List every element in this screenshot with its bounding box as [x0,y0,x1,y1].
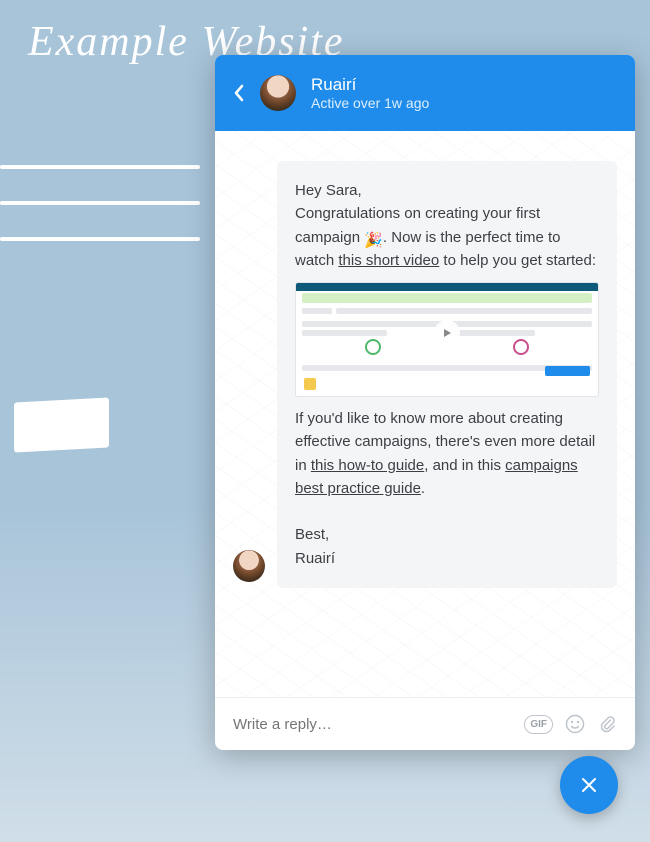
background-decoration [0,165,200,273]
msg-text: , and in this [424,457,505,474]
video-link[interactable]: this short video [338,252,439,269]
message-row: Hey Sara, Congratulations on creating yo… [233,161,617,588]
agent-name: Ruairí [311,75,429,95]
close-icon [579,775,599,795]
message-avatar [233,550,265,582]
background-decoration-box [14,398,109,453]
msg-text: . [421,480,425,497]
gif-button[interactable]: GIF [524,715,553,734]
msg-signature: Ruairí [295,550,335,567]
play-icon [434,320,460,346]
attachment-button[interactable] [597,714,617,734]
close-chat-button[interactable] [560,756,618,814]
msg-signoff: Best, [295,526,329,543]
back-button[interactable] [233,84,245,102]
chevron-left-icon [233,84,245,102]
msg-text: to help you get started: [439,252,596,269]
chat-footer: GIF [215,697,635,750]
howto-link[interactable]: this how-to guide [311,457,424,474]
chat-header: Ruairí Active over 1w ago [215,55,635,131]
reply-input[interactable] [233,716,512,733]
paperclip-icon [597,714,617,734]
video-thumbnail[interactable] [295,282,599,397]
party-popper-emoji: 🎉 [364,229,383,252]
chat-messages-area[interactable]: Hey Sara, Congratulations on creating yo… [215,131,635,697]
msg-greeting: Hey Sara, [295,182,362,199]
smiley-icon [565,714,585,734]
chat-widget: Ruairí Active over 1w ago Hey Sara, Cong… [215,55,635,750]
agent-avatar [260,75,296,111]
message-bubble: Hey Sara, Congratulations on creating yo… [277,161,617,588]
emoji-button[interactable] [565,714,585,734]
agent-status: Active over 1w ago [311,95,429,111]
